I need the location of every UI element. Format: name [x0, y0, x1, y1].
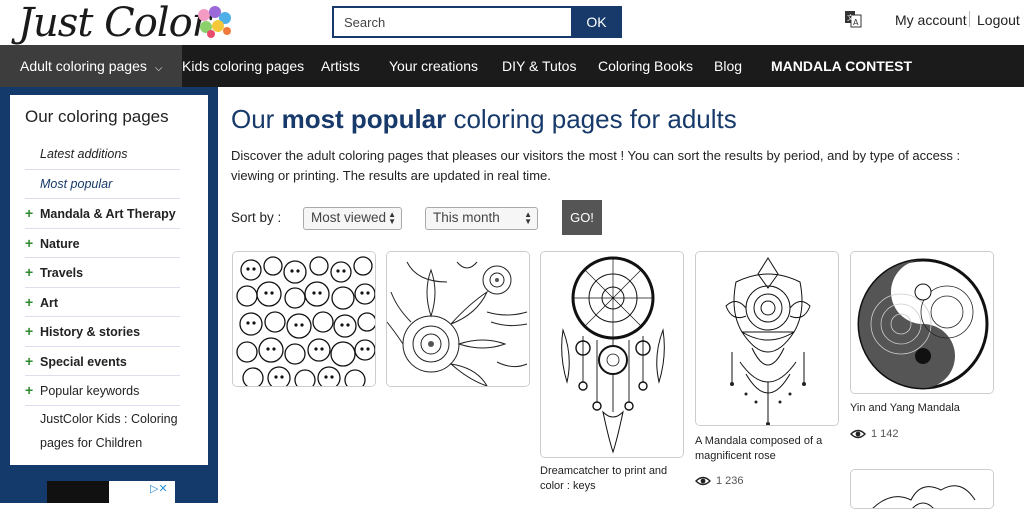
logout-link[interactable]: Logout: [977, 12, 1020, 28]
sidebar-item-popular-keywords[interactable]: + Popular keywords: [25, 376, 180, 406]
sort-select[interactable]: Most viewed ▲ ▼: [303, 207, 402, 230]
nav-item-coloring-books[interactable]: Coloring Books: [598, 45, 693, 87]
sidebar-item-justcolor-kids[interactable]: JustColor Kids : Coloring pages for Chil…: [25, 406, 180, 457]
card-caption-rose-mandala[interactable]: A Mandala composed of a magnificent rose: [695, 434, 845, 464]
views-count: 1 236: [716, 475, 744, 487]
card-caption-yin-yang[interactable]: Yin and Yang Mandala: [850, 401, 1000, 416]
chevron-down-icon: ⌵: [154, 63, 163, 74]
sidebar-item-label: History & stories: [40, 325, 141, 339]
go-button[interactable]: GO!: [562, 200, 602, 235]
rose-mandala-thumbnail: [696, 252, 838, 425]
plus-icon: +: [25, 264, 34, 280]
yin-yang-thumbnail: [851, 252, 993, 393]
plus-icon: +: [25, 234, 34, 251]
sidebar-item-label: Popular keywords: [40, 384, 140, 398]
main-nav: Adult coloring pages ⌵ Kids coloring page…: [0, 45, 1024, 87]
sidebar-item-label: Art: [40, 295, 59, 310]
floral-thumbnail: [387, 252, 529, 386]
sort-label: Sort by :: [231, 210, 282, 225]
sidebar-title: Our coloring pages: [25, 107, 169, 126]
sidebar-item-label: Mandala & Art Therapy: [40, 207, 176, 221]
logo-color-dots-icon: [198, 6, 231, 38]
period-select[interactable]: This month ▲ ▼: [425, 207, 538, 230]
nav-item-adult-coloring-pages[interactable]: Adult coloring pages ⌵: [0, 45, 183, 87]
views-count: 1 142: [871, 428, 899, 440]
sidebar-item-label: Travels: [40, 266, 84, 280]
sidebar-item-nature[interactable]: + Nature: [25, 229, 180, 258]
header-separator: [969, 11, 970, 27]
page-title-suffix: coloring pages for adults: [446, 104, 737, 134]
ad-choices-icon[interactable]: ▷✕: [150, 482, 168, 495]
sidebar-item-mandala-art-therapy[interactable]: + Mandala & Art Therapy: [25, 199, 180, 229]
intro-text: Discover the adult coloring pages that p…: [231, 148, 961, 183]
sidebar-item-special-events[interactable]: + Special events: [25, 347, 180, 376]
sidebar-item-label: Nature: [40, 236, 80, 251]
translate-icon[interactable]: 文 A: [844, 10, 862, 28]
nav-item-kids-coloring-pages[interactable]: Kids coloring pages: [182, 45, 304, 87]
nav-item-label: Adult coloring pages: [20, 58, 147, 74]
plus-icon: +: [25, 293, 34, 310]
sidebar-item-latest-additions[interactable]: Latest additions: [25, 140, 180, 170]
sidebar-item-history-stories[interactable]: + History & stories: [25, 317, 180, 347]
nav-item-mandala-contest[interactable]: MANDALA CONTEST: [771, 45, 912, 87]
sidebar-item-travels[interactable]: + Travels: [25, 258, 180, 288]
coloring-card-yin-yang[interactable]: [850, 251, 994, 394]
plus-icon: +: [25, 352, 34, 369]
page-title: Our most popular coloring pages for adul…: [231, 104, 737, 135]
select-arrows-icon: ▲ ▼: [524, 210, 532, 226]
nav-item-diy-tutos[interactable]: DIY & Tutos: [502, 45, 576, 87]
sidebar-item-art[interactable]: + Art: [25, 288, 180, 317]
page-title-bold: most popular: [281, 104, 447, 134]
coloring-card-dreamcatcher[interactable]: [540, 251, 684, 458]
card-caption-dreamcatcher[interactable]: Dreamcatcher to print and color : keys: [540, 464, 690, 494]
sidebar-panel: Our coloring pages Latest additions Most…: [10, 95, 208, 465]
plus-icon: +: [25, 323, 34, 339]
search-input[interactable]: Search: [332, 6, 571, 38]
search-ok-button[interactable]: OK: [571, 6, 622, 38]
doodle-thumbnail: [233, 252, 375, 386]
nav-item-artists[interactable]: Artists: [321, 45, 360, 87]
sidebar-list: Latest additions Most popular + Mandala &…: [25, 140, 180, 457]
ad-image: [47, 481, 109, 503]
eye-icon: [695, 476, 711, 486]
coloring-card-doodle[interactable]: [232, 251, 376, 387]
site-logo[interactable]: Just Color: [18, 0, 211, 46]
my-account-link[interactable]: My account: [895, 12, 967, 28]
card-views-rose-mandala: 1 236: [695, 475, 744, 487]
nav-item-blog[interactable]: Blog: [714, 45, 742, 87]
sidebar-item-most-popular[interactable]: Most popular: [25, 170, 180, 199]
sidebar-item-label: Special events: [40, 354, 127, 369]
plus-icon: +: [25, 205, 34, 221]
partial-thumbnail: [851, 470, 993, 508]
page-title-prefix: Our: [231, 104, 282, 134]
coloring-card-partial[interactable]: [850, 469, 994, 509]
coloring-card-floral[interactable]: [386, 251, 530, 387]
period-select-value: This month: [433, 210, 500, 225]
dreamcatcher-thumbnail: [541, 252, 683, 457]
eye-icon: [850, 429, 866, 439]
coloring-card-rose-mandala[interactable]: [695, 251, 839, 426]
plus-icon: +: [25, 382, 34, 398]
sort-select-value: Most viewed: [311, 210, 387, 225]
svg-text:A: A: [853, 18, 859, 27]
card-views-yin-yang: 1 142: [850, 428, 899, 440]
select-arrows-icon: ▲ ▼: [388, 210, 396, 226]
site-header: Just Color Search OK 文 A My account Logo…: [0, 0, 1024, 46]
nav-item-your-creations[interactable]: Your creations: [389, 45, 478, 87]
